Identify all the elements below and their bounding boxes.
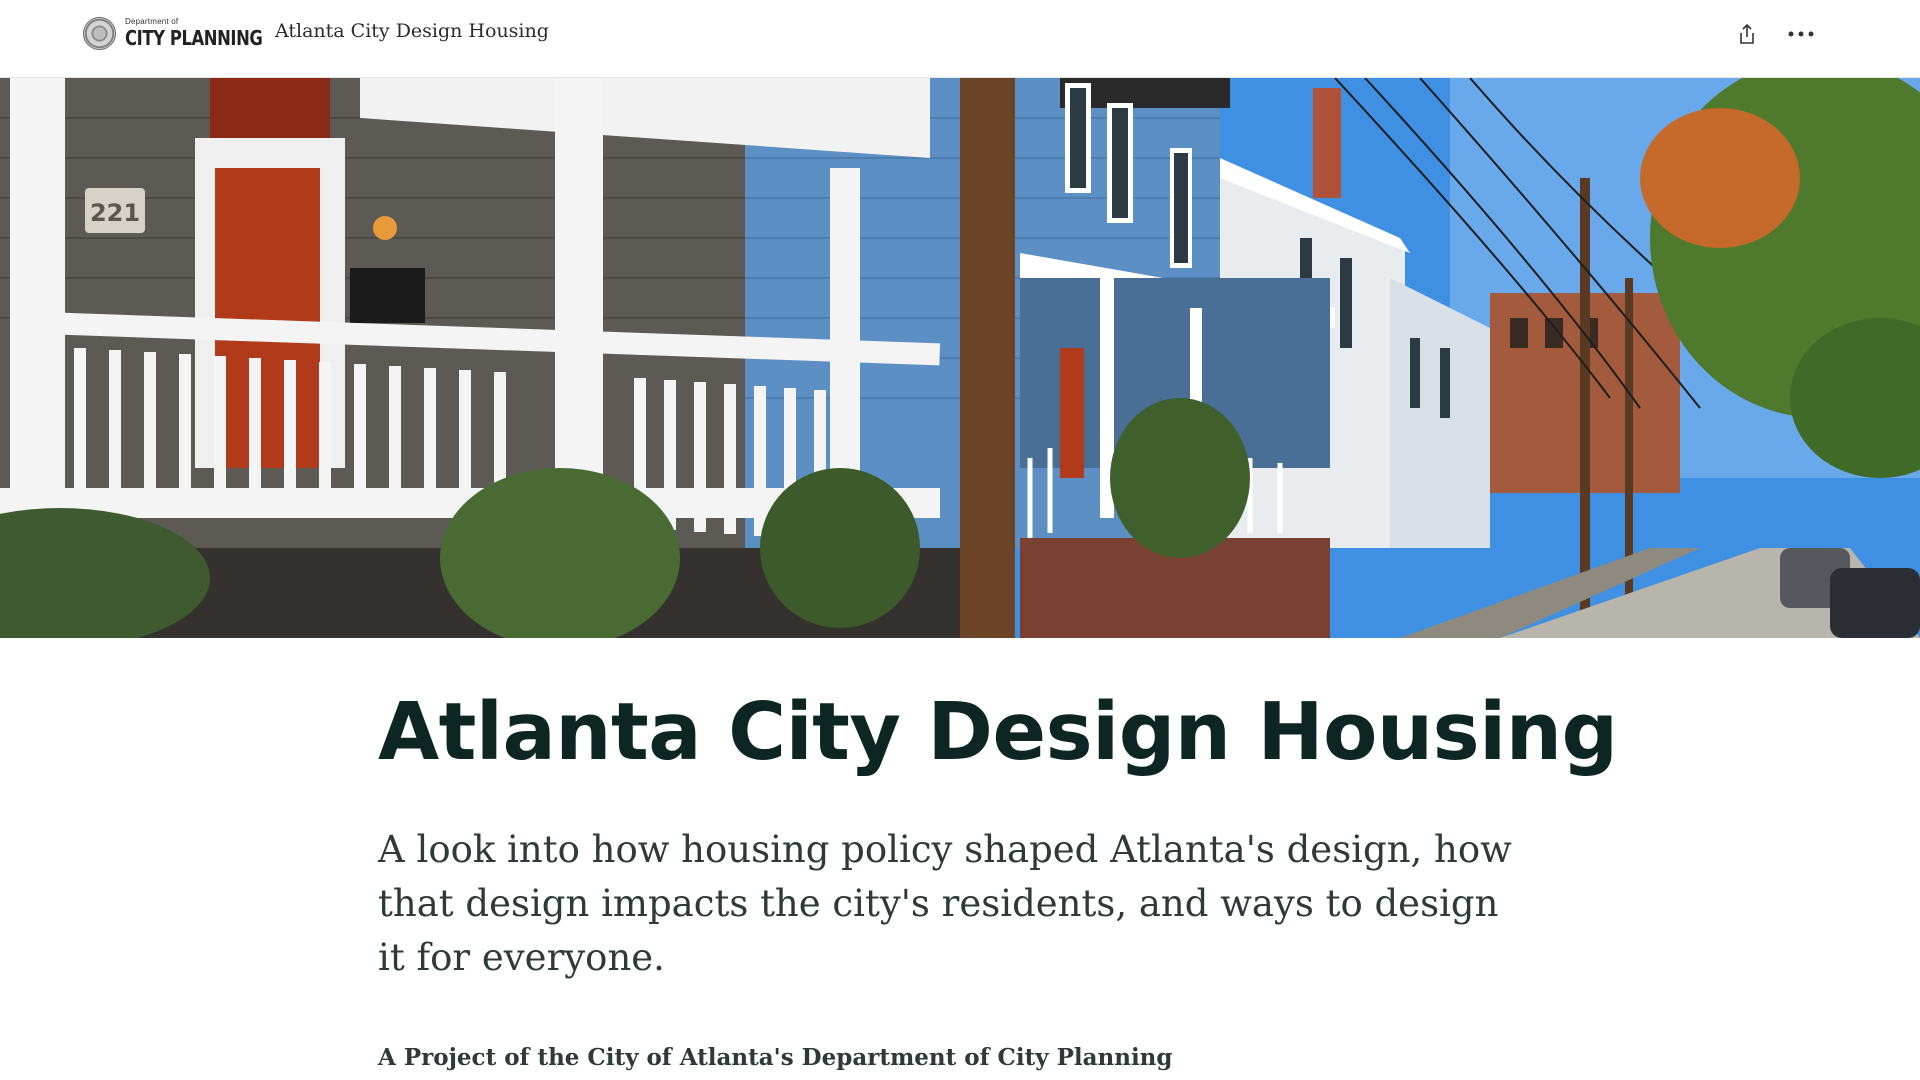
header-story-title: Atlanta City Design Housing — [275, 20, 549, 42]
more-horizontal-icon — [1788, 31, 1814, 37]
city-seal-icon — [83, 16, 116, 50]
share-button[interactable] — [1727, 14, 1767, 54]
hero-image: 221 — [0, 78, 1920, 638]
share-icon — [1740, 23, 1754, 44]
more-options-button[interactable] — [1781, 14, 1821, 54]
street-houses-illustration: 221 — [0, 78, 1920, 638]
story-subtitle: A look into how housing policy shaped At… — [378, 828, 1512, 979]
logo-city-planning: CITY PLANNING — [125, 26, 263, 50]
logo-wordmark: Department of CITY PLANNING — [125, 17, 293, 50]
logo-department-of: Department of — [125, 17, 179, 26]
department-logo[interactable]: Department of CITY PLANNING — [83, 15, 293, 51]
house-number-text: 221 — [90, 199, 140, 227]
story-title: Atlanta City Design Housing — [378, 686, 1618, 778]
top-bar: Department of CITY PLANNING Atlanta City… — [0, 0, 1920, 78]
story-byline: A Project of the City of Atlanta's Depar… — [378, 1044, 1173, 1071]
